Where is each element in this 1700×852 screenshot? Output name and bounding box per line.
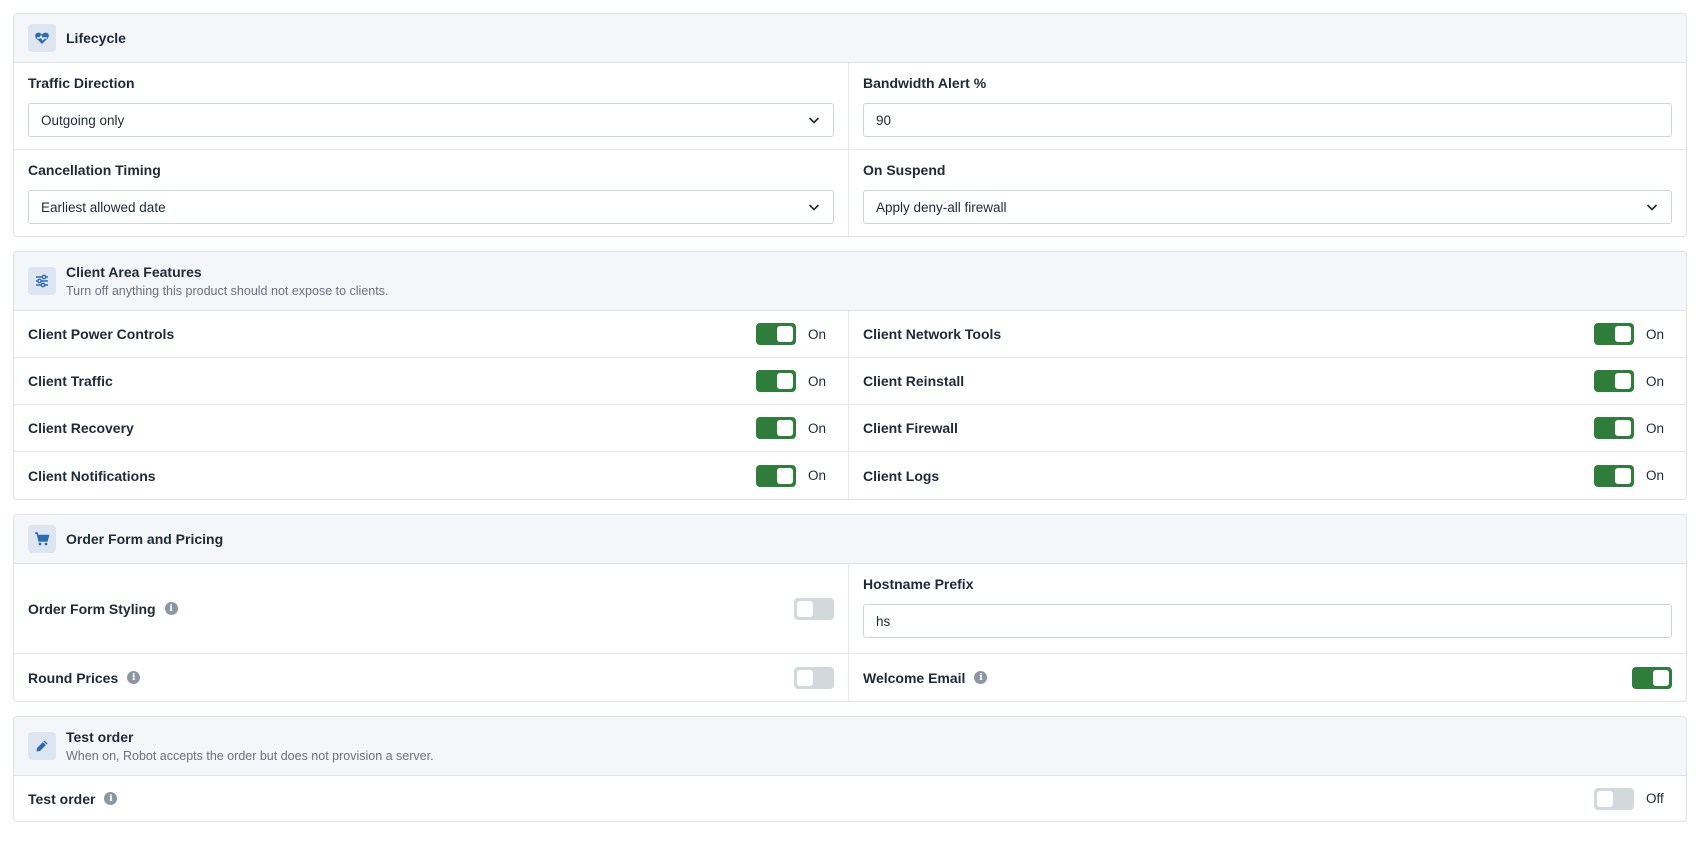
client-power-controls-row: Client Power Controls On (14, 311, 849, 358)
on-suspend-value: Apply deny-all firewall (876, 199, 1007, 215)
welcome-email-row: Welcome Email i (849, 654, 1686, 701)
round-prices-row: Round Prices i (14, 654, 849, 701)
round-prices-toggle[interactable] (794, 666, 834, 689)
client-notifications-label: Client Notifications (28, 467, 156, 484)
client-area-card: Client Area Features Turn off anything t… (13, 251, 1687, 500)
toggle-state: On (1646, 420, 1665, 436)
sliders-icon (28, 267, 56, 295)
settings-page: Lifecycle Traffic Direction Outgoing onl… (0, 0, 1700, 822)
client-notifications-toggle[interactable] (756, 464, 796, 487)
info-icon[interactable]: i (974, 671, 988, 684)
round-prices-label: Round Prices (28, 669, 119, 686)
client-area-header: Client Area Features Turn off anything t… (14, 252, 1686, 311)
order-form-styling-row: Order Form Styling i (14, 564, 849, 654)
heart-pulse-icon (28, 24, 56, 52)
client-power-controls-label: Client Power Controls (28, 326, 175, 342)
client-network-tools-toggle[interactable] (1594, 323, 1634, 345)
toggle-state: On (808, 373, 827, 389)
chevron-down-icon (808, 117, 820, 124)
toggle-state: On (808, 468, 827, 483)
test-order-toggle[interactable] (1594, 787, 1634, 810)
traffic-direction-label: Traffic Direction (28, 75, 135, 91)
test-order-label: Test order (28, 790, 96, 807)
toggle-state: On (808, 420, 827, 436)
bandwidth-alert-input[interactable]: 90 (863, 103, 1672, 137)
order-form-title: Order Form and Pricing (66, 531, 224, 547)
lifecycle-title: Lifecycle (66, 30, 126, 46)
traffic-direction-select[interactable]: Outgoing only (28, 103, 834, 137)
client-reinstall-label: Client Reinstall (863, 373, 965, 389)
cancellation-timing-value: Earliest allowed date (41, 199, 166, 215)
client-logs-row: Client Logs On (849, 452, 1686, 499)
hostname-prefix-field: Hostname Prefix hs (849, 564, 1686, 654)
client-logs-label: Client Logs (863, 467, 940, 484)
client-recovery-label: Client Recovery (28, 420, 134, 436)
cancellation-timing-label: Cancellation Timing (28, 162, 161, 178)
client-logs-toggle[interactable] (1594, 464, 1634, 487)
client-power-controls-toggle[interactable] (756, 323, 796, 345)
client-network-tools-row: Client Network Tools On (849, 311, 1686, 358)
client-notifications-row: Client Notifications On (14, 452, 849, 499)
test-order-subtitle: When on, Robot accepts the order but doe… (66, 749, 434, 763)
bandwidth-alert-field: Bandwidth Alert % 90 (849, 63, 1686, 150)
welcome-email-label: Welcome Email (863, 669, 966, 686)
client-reinstall-row: Client Reinstall On (849, 358, 1686, 405)
client-recovery-row: Client Recovery On (14, 405, 849, 452)
info-icon[interactable]: i (104, 792, 118, 805)
welcome-email-toggle[interactable] (1632, 666, 1672, 689)
lifecycle-header: Lifecycle (14, 14, 1686, 63)
order-form-styling-toggle[interactable] (794, 597, 834, 620)
test-order-row: Test order i Off (14, 776, 1686, 821)
toggle-state: Off (1646, 791, 1664, 806)
lifecycle-card: Lifecycle Traffic Direction Outgoing onl… (13, 13, 1687, 237)
info-icon[interactable]: i (164, 602, 178, 615)
on-suspend-label: On Suspend (863, 162, 946, 178)
client-recovery-toggle[interactable] (756, 417, 796, 439)
chevron-down-icon (808, 204, 820, 211)
hostname-prefix-label: Hostname Prefix (863, 576, 974, 592)
client-area-subtitle: Turn off anything this product should no… (66, 284, 389, 298)
traffic-direction-value: Outgoing only (41, 112, 125, 128)
info-icon[interactable]: i (127, 671, 141, 684)
test-order-card: Test order When on, Robot accepts the or… (13, 716, 1687, 822)
client-traffic-row: Client Traffic On (14, 358, 849, 405)
cancellation-timing-field: Cancellation Timing Earliest allowed dat… (14, 150, 849, 236)
client-reinstall-toggle[interactable] (1594, 370, 1634, 392)
client-traffic-toggle[interactable] (756, 370, 796, 392)
hostname-prefix-value: hs (876, 613, 891, 629)
order-form-card: Order Form and Pricing Order Form Stylin… (13, 514, 1687, 702)
test-order-header: Test order When on, Robot accepts the or… (14, 717, 1686, 776)
on-suspend-select[interactable]: Apply deny-all firewall (863, 190, 1672, 224)
toggle-state: On (1646, 326, 1665, 342)
client-firewall-toggle[interactable] (1594, 417, 1634, 439)
cart-icon (28, 525, 56, 553)
toggle-state: On (1646, 373, 1665, 389)
client-firewall-row: Client Firewall On (849, 405, 1686, 452)
toggle-state: On (808, 326, 827, 342)
bandwidth-alert-label: Bandwidth Alert % (863, 75, 987, 91)
chevron-down-icon (1646, 204, 1658, 211)
toggle-state: On (1646, 468, 1665, 483)
order-form-header: Order Form and Pricing (14, 515, 1686, 564)
cancellation-timing-select[interactable]: Earliest allowed date (28, 190, 834, 224)
hostname-prefix-input[interactable]: hs (863, 604, 1672, 638)
on-suspend-field: On Suspend Apply deny-all firewall (849, 150, 1686, 236)
client-area-title: Client Area Features (66, 264, 202, 280)
client-traffic-label: Client Traffic (28, 373, 113, 389)
bandwidth-alert-value: 90 (876, 112, 892, 128)
client-network-tools-label: Client Network Tools (863, 326, 1002, 342)
traffic-direction-field: Traffic Direction Outgoing only (14, 63, 849, 150)
client-firewall-label: Client Firewall (863, 420, 958, 436)
test-order-title: Test order (66, 729, 134, 745)
pencil-icon (28, 732, 56, 760)
order-form-styling-label: Order Form Styling (28, 600, 156, 617)
